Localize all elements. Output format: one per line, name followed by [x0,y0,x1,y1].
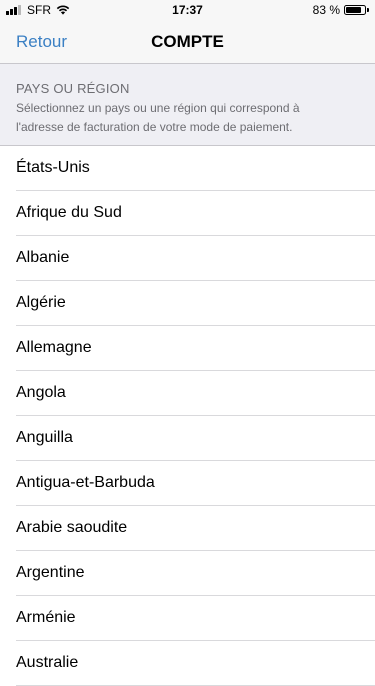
list-item[interactable]: Arabie saoudite [0,506,375,551]
status-bar: SFR 17:37 83 % [0,0,375,20]
section-description-line: l'adresse de facturation de votre mode d… [16,120,293,134]
list-item[interactable]: États-Unis [0,146,375,191]
section-description: Sélectionnez un pays ou une région qui c… [16,99,359,137]
status-right: 83 % [313,3,369,17]
battery-tip [367,8,369,12]
page-title: COMPTE [151,32,224,51]
list-item[interactable]: Allemagne [0,326,375,371]
list-item[interactable]: Anguilla [0,416,375,461]
list-item[interactable]: Albanie [0,236,375,281]
section-header: PAYS OU RÉGION Sélectionnez un pays ou u… [0,64,375,146]
list-item[interactable]: Algérie [0,281,375,326]
list-item[interactable]: Argentine [0,551,375,596]
list-item[interactable]: Antigua-et-Barbuda [0,461,375,506]
country-list: États-Unis Afrique du Sud Albanie Algéri… [0,146,375,686]
list-item[interactable]: Afrique du Sud [0,191,375,236]
battery-icon [344,5,366,15]
section-description-line: Sélectionnez un pays ou une région qui c… [16,101,300,115]
section-title: PAYS OU RÉGION [16,81,130,96]
navigation-bar: Retour COMPTE [0,20,375,64]
battery-percentage: 83 % [312,3,340,17]
list-item[interactable]: Angola [0,371,375,416]
battery-level [346,7,361,13]
list-item[interactable]: Australie [0,641,375,686]
list-item[interactable]: Arménie [0,596,375,641]
